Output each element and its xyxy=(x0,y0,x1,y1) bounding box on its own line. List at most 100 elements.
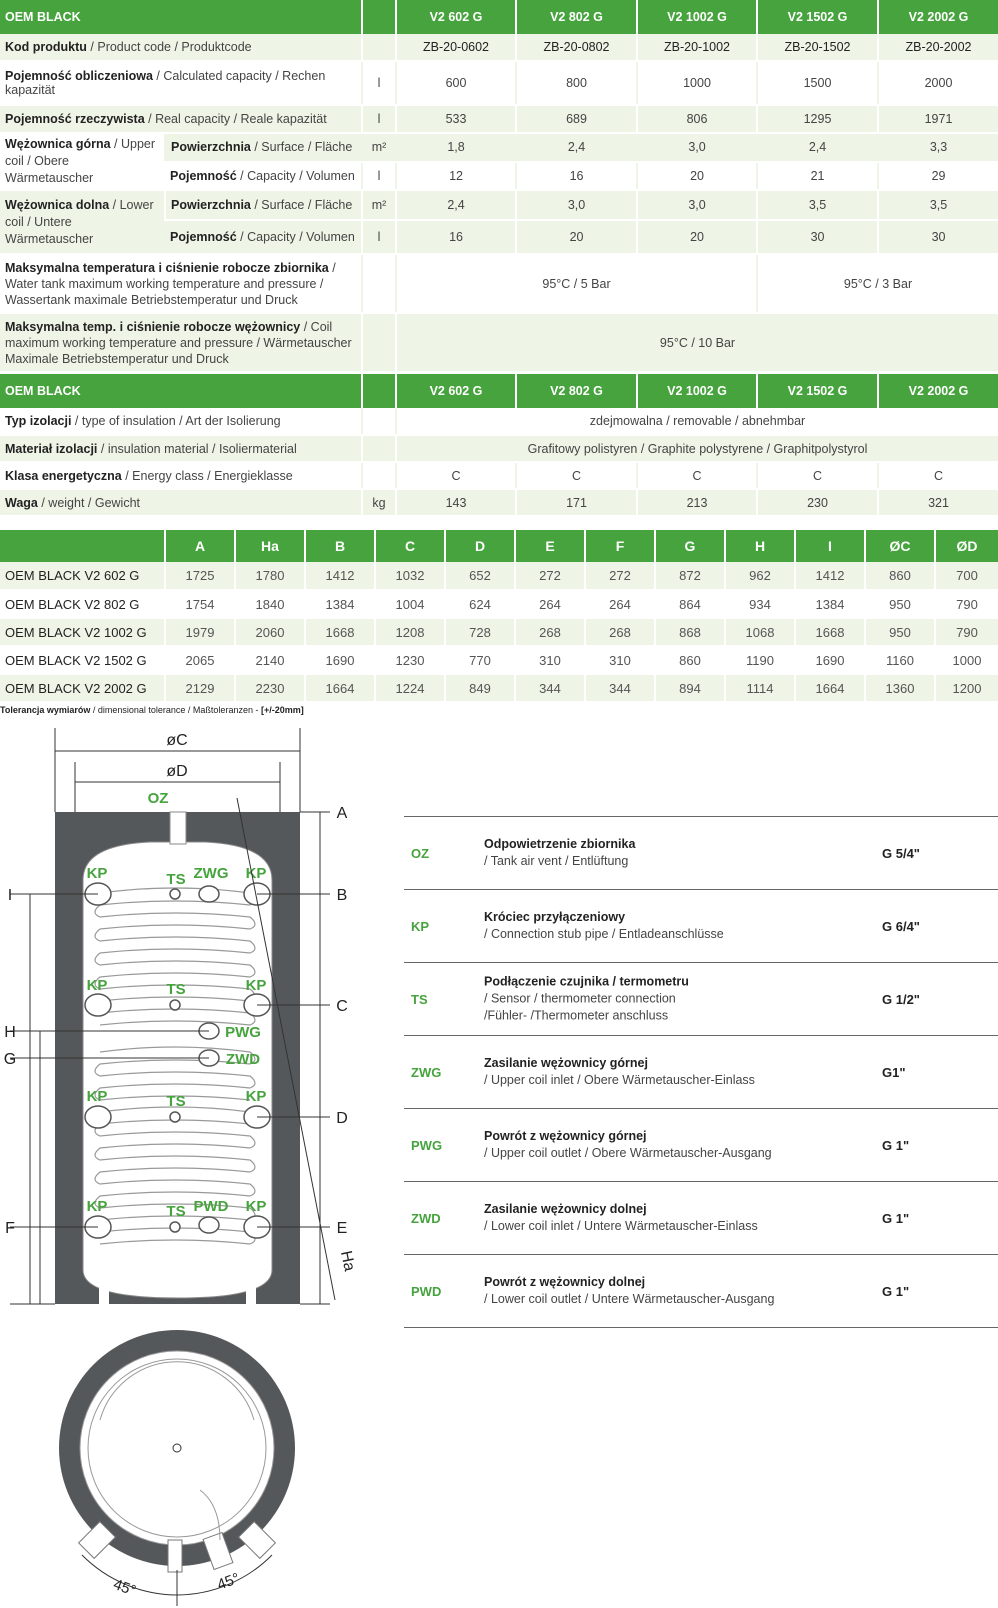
dimension-cell: 344 xyxy=(584,674,655,703)
legend-desc: /Fühler- /Thermometer anschluss xyxy=(484,1008,669,1023)
header-cell: V2 1502 G xyxy=(756,374,878,408)
label-pl: Pojemność xyxy=(170,168,237,183)
dimension-cell: 268 xyxy=(584,618,655,647)
cell: 20 xyxy=(636,220,758,255)
stub-ts xyxy=(169,999,181,1011)
dimension-cell: 1224 xyxy=(374,674,445,703)
tank-leg xyxy=(99,1275,109,1304)
dimension-cell: 268 xyxy=(514,618,585,647)
label-pl: Wężownica górna xyxy=(5,137,111,151)
label-kp: KP xyxy=(87,1198,108,1215)
legend-code: PWG xyxy=(411,1138,443,1153)
stub-ts xyxy=(169,1111,181,1123)
label-ts: TS xyxy=(166,1093,185,1110)
stub-kp xyxy=(84,993,112,1017)
dimension-cell: 2065 xyxy=(164,646,235,675)
dimension-cell: 2129 xyxy=(164,674,235,703)
dimension-cell: 264 xyxy=(514,590,585,619)
cell: 30 xyxy=(877,220,998,255)
dimension-cell: 962 xyxy=(724,562,795,591)
dim-letter: F xyxy=(5,1220,15,1237)
dimension-cell: 272 xyxy=(514,562,585,591)
tolerance-bold: Tolerancja wymiarów xyxy=(0,705,91,715)
dimensions-row: OEM BLACK V2 1002 G 1979 2060 1668 1208 728 26… xyxy=(0,618,998,647)
dimension-cell: 1725 xyxy=(164,562,235,591)
label-pl: Materiał izolacji xyxy=(5,441,98,456)
cell: 3,0 xyxy=(636,190,758,221)
legend-size: G 1" xyxy=(882,1211,910,1226)
label-pl: Pojemność rzeczywista xyxy=(5,112,145,126)
cell: 3,3 xyxy=(877,133,998,163)
legend-title: Powrót z wężownicy dolnej xyxy=(484,1275,646,1289)
header-cell: F xyxy=(584,530,655,562)
dimensions-row: OEM BLACK V2 2002 G 2129 2230 1664 1224 849 34… xyxy=(0,674,998,703)
dim-letter-ha: Ha xyxy=(337,1249,358,1273)
dimension-cell: 1384 xyxy=(794,590,865,619)
cell: 171 xyxy=(515,489,637,517)
label-pl: Klasa energetyczna xyxy=(5,468,122,483)
dim-letter: D xyxy=(336,1110,348,1127)
header-cell: G xyxy=(654,530,725,562)
dimension-cell: 864 xyxy=(654,590,725,619)
row-upper-surface: Wężownica górna / Upper coil / Obere Wär… xyxy=(0,133,998,191)
label-zwd: ZWD xyxy=(226,1051,260,1068)
unit: m² xyxy=(361,190,397,221)
cell: 533 xyxy=(395,105,517,134)
dimensions-header: A Ha B C D E F G H I ØC ØD xyxy=(0,530,998,562)
cell: ZB-20-0602 xyxy=(395,34,517,62)
cell: ZB-20-1002 xyxy=(636,34,758,62)
cell: 800 xyxy=(515,61,638,106)
header-cell: D xyxy=(444,530,515,562)
legend-desc: / Sensor / thermometer connection xyxy=(484,991,676,1006)
tank-center xyxy=(172,1443,182,1453)
cell: Grafitowy polistyren / Graphite polystyr… xyxy=(395,435,998,463)
dimension-cell: 1412 xyxy=(794,562,865,591)
label-pl: Maksymalna temp. i ciśnienie robocze węż… xyxy=(5,319,301,334)
unit: l xyxy=(361,105,397,134)
model-name-cell: OEM BLACK V2 802 G xyxy=(0,590,165,619)
cell: 20 xyxy=(515,220,638,255)
tolerance-note: Tolerancja wymiarów / dimensional tolera… xyxy=(0,705,304,715)
cell: C xyxy=(877,462,998,490)
cell: 2,4 xyxy=(395,190,517,221)
header-cell: ØD xyxy=(934,530,998,562)
legend-title: Podłączenie czujnika / termometru xyxy=(484,974,689,989)
label-pl: Powierzchnia xyxy=(171,198,251,212)
legend-title: Króciec przyłączeniowy xyxy=(484,910,626,924)
label-pl: Pojemność obliczeniowa xyxy=(5,69,153,83)
label-rest: / Energy class / Energieklasse xyxy=(121,468,293,483)
legend-row: TS Podłączenie czujnika / termometru / Se… xyxy=(404,963,998,1036)
dimension-cell: 860 xyxy=(654,646,725,675)
dimension-cell: 272 xyxy=(584,562,655,591)
tolerance-rest: / dimensional tolerance / Maßtoleranzen … xyxy=(90,705,261,715)
header-cell: E xyxy=(514,530,585,562)
header-cell: V2 2002 G xyxy=(877,0,998,34)
cell: 3,0 xyxy=(515,190,638,221)
cell: 95°C / 5 Bar xyxy=(395,254,758,314)
label-pl: Maksymalna temperatura i ciśnienie roboc… xyxy=(5,260,329,275)
label-pl: Pojemność xyxy=(170,230,237,244)
dimension-cell: 770 xyxy=(444,646,515,675)
label-rest: / insulation material / Isoliermaterial xyxy=(97,441,297,456)
dimension-cell: 1664 xyxy=(794,674,865,703)
legend-title: Zasilanie wężownicy dolnej xyxy=(484,1202,647,1216)
dimension-cell: 790 xyxy=(934,618,998,647)
dimension-cell: 344 xyxy=(514,674,585,703)
dimensions-row: OEM BLACK V2 802 G 1754 1840 1384 1004 624 264… xyxy=(0,590,998,619)
angle-label: 45° xyxy=(215,1570,242,1594)
cell: 3,0 xyxy=(636,133,758,163)
label-kp: KP xyxy=(246,977,267,994)
unit: m² xyxy=(361,133,397,163)
unit: l xyxy=(361,61,397,106)
dimension-cell: 310 xyxy=(584,646,655,675)
cell: 3,5 xyxy=(877,190,998,221)
label-kp: KP xyxy=(246,1198,267,1215)
cell: 2,4 xyxy=(515,133,638,163)
label-pl: Typ izolacji xyxy=(5,414,72,428)
cell: 143 xyxy=(395,489,516,517)
stub-kp xyxy=(84,1105,112,1129)
label-pl: Kod produktu xyxy=(5,40,87,54)
label-rest: / Capacity / Volumen xyxy=(236,168,355,183)
dimension-cell: 1160 xyxy=(864,646,935,675)
header-cell: OEM BLACK xyxy=(0,374,362,408)
